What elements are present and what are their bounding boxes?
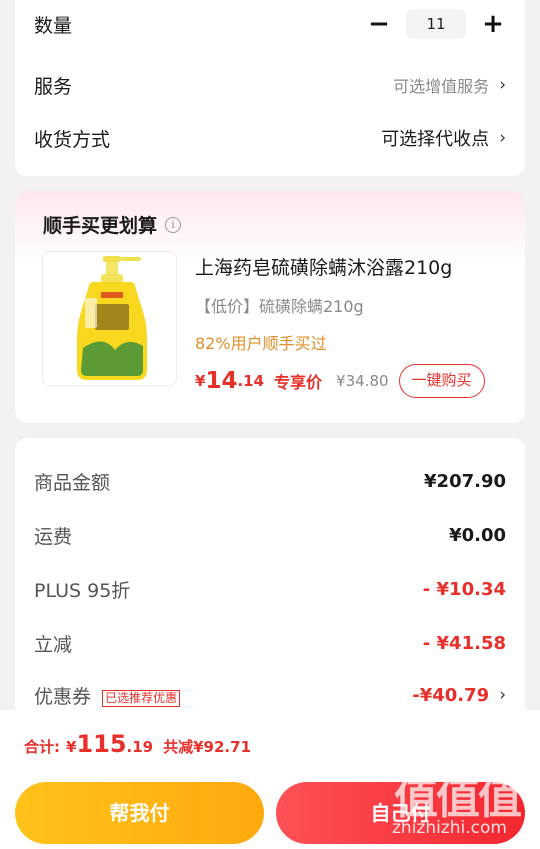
price-tag: 专享价 bbox=[274, 373, 323, 392]
soap-bottle-icon bbox=[77, 256, 147, 380]
help-me-pay-button[interactable]: 帮我付 bbox=[15, 782, 264, 844]
price-summary-card: 商品金额 ¥207.90 运费 ¥0.00 PLUS 95折 - ¥10.34 … bbox=[15, 438, 525, 728]
goods-amount-label: 商品金额 bbox=[34, 471, 111, 494]
product-stat: 82%用户顺手买过 bbox=[195, 334, 327, 353]
product-tagline: 【低价】硫磺除螨210g bbox=[195, 297, 364, 316]
pay-myself-button[interactable]: 自己付 bbox=[276, 782, 525, 844]
delivery-row[interactable]: 收货方式 可选择代收点 › bbox=[34, 123, 506, 153]
summary-row: 运费 ¥0.00 bbox=[34, 520, 506, 550]
total-summary: 合计: ¥ 115 .19 共减¥92.71 bbox=[24, 730, 251, 758]
quantity-stepper: − 11 + bbox=[366, 9, 506, 39]
plus-discount-value: - ¥10.34 bbox=[422, 578, 506, 600]
order-options-card: 数量 − 11 + 服务 可选增值服务 › 收货方式 可选择代收点 › bbox=[15, 0, 525, 176]
service-label: 服务 bbox=[34, 75, 73, 98]
price-currency: ¥ bbox=[195, 372, 206, 390]
service-row[interactable]: 服务 可选增值服务 › bbox=[34, 70, 506, 100]
delivery-label: 收货方式 bbox=[34, 128, 111, 151]
coupon-label: 优惠券 bbox=[34, 685, 92, 708]
instant-discount-label: 立减 bbox=[34, 633, 73, 656]
addon-title-text: 顺手买更划算 bbox=[43, 215, 158, 237]
chevron-right-icon: › bbox=[499, 128, 506, 148]
checkout-bar: 合计: ¥ 115 .19 共减¥92.71 帮我付 自己付 bbox=[0, 710, 540, 849]
summary-row: 商品金额 ¥207.90 bbox=[34, 466, 506, 496]
addon-card: 顺手买更划算 i 上海药皂硫磺除螨沐浴露210g 【低价】硫磺除螨210g 82… bbox=[15, 191, 525, 423]
increase-button[interactable]: + bbox=[480, 11, 506, 37]
instant-discount-value: - ¥41.58 bbox=[422, 632, 506, 654]
total-integer: 115 bbox=[76, 730, 127, 758]
price-integer: 14 bbox=[205, 368, 238, 394]
summary-row: PLUS 95折 - ¥10.34 bbox=[34, 574, 506, 604]
summary-row: 立减 - ¥41.58 bbox=[34, 628, 506, 658]
chevron-right-icon: › bbox=[499, 685, 506, 705]
coupon-row[interactable]: 优惠券 已选推荐优惠 -¥40.79 › bbox=[34, 680, 506, 710]
total-decimal: .19 bbox=[126, 738, 154, 756]
goods-amount-value: ¥207.90 bbox=[424, 470, 506, 492]
product-image[interactable] bbox=[42, 251, 177, 386]
coupon-value: -¥40.79 bbox=[412, 684, 490, 706]
original-price: ¥34.80 bbox=[336, 372, 389, 390]
quantity-label: 数量 bbox=[34, 14, 73, 37]
delivery-value: 可选择代收点 bbox=[381, 129, 490, 150]
coupon-badge: 已选推荐优惠 bbox=[102, 689, 181, 707]
quantity-row: 数量 − 11 + bbox=[34, 9, 506, 39]
info-icon[interactable]: i bbox=[165, 216, 182, 233]
total-discount: 共减¥92.71 bbox=[163, 738, 252, 756]
quantity-value[interactable]: 11 bbox=[406, 9, 466, 39]
product-name[interactable]: 上海药皂硫磺除螨沐浴露210g bbox=[195, 253, 452, 280]
chevron-right-icon: › bbox=[499, 75, 506, 95]
one-click-buy-button[interactable]: 一键购买 bbox=[398, 364, 485, 398]
service-value: 可选增值服务 bbox=[393, 77, 490, 96]
plus-discount-label: PLUS 95折 bbox=[34, 579, 131, 602]
price-row: ¥ 14 .14 专享价 ¥34.80 一键购买 bbox=[195, 363, 500, 399]
shipping-value: ¥0.00 bbox=[449, 524, 506, 546]
decrease-button[interactable]: − bbox=[366, 11, 392, 37]
total-label: 合计: bbox=[24, 738, 60, 756]
addon-title: 顺手买更划算 i bbox=[43, 211, 182, 238]
total-currency: ¥ bbox=[66, 738, 77, 756]
shipping-label: 运费 bbox=[34, 525, 73, 548]
price-decimal: .14 bbox=[237, 372, 265, 390]
